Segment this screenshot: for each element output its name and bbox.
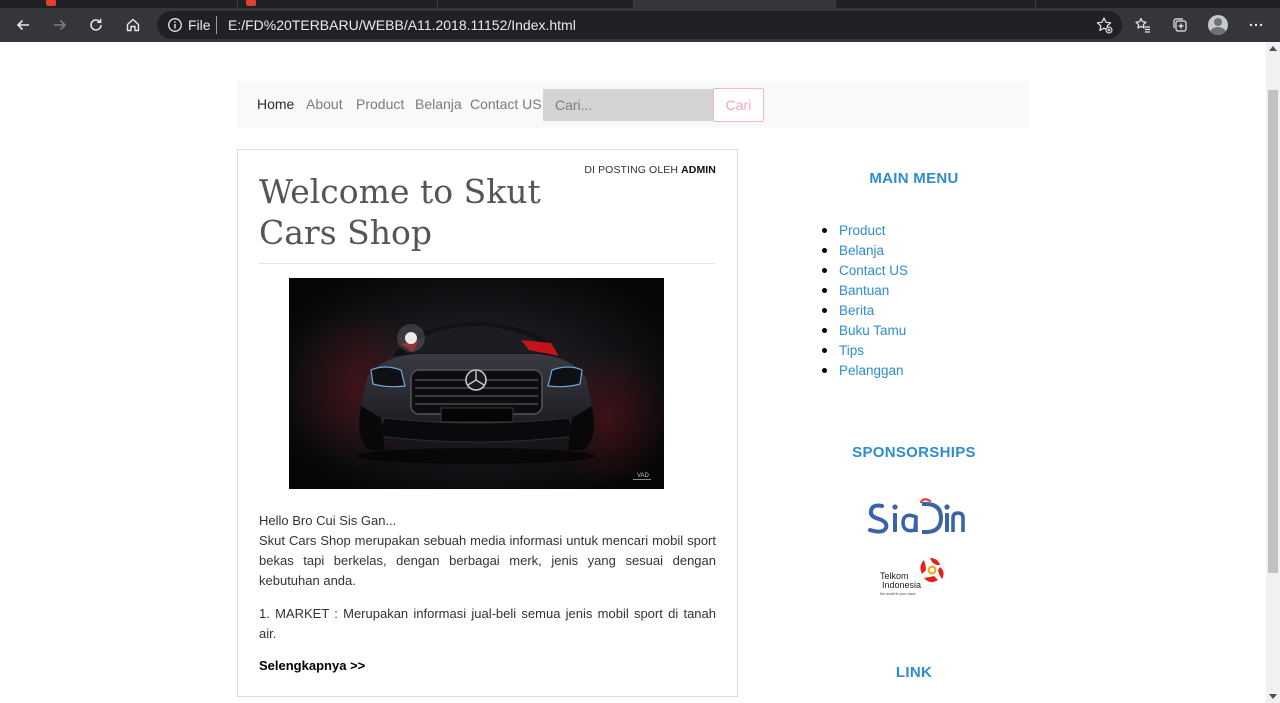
link-heading: LINK — [895, 664, 933, 681]
read-more-link[interactable]: Selengkapnya >> — [259, 658, 365, 673]
tab-favicon-icon — [246, 0, 256, 6]
nav-contact-us[interactable]: Contact US — [470, 96, 542, 112]
sponsorships-heading: SPONSORSHIPS — [852, 444, 976, 461]
menu-item-pelanggan[interactable]: Pelanggan — [822, 361, 908, 381]
post-greeting: Hello Bro Cui Sis Gan... — [259, 513, 397, 528]
image-watermark: VAD — [637, 473, 650, 479]
post-author: ADMIN — [681, 164, 716, 176]
post-intro: Skut Cars Shop merupakan sebuah media in… — [259, 533, 716, 588]
browser-tab[interactable] — [438, 0, 634, 8]
menu-item-bantuan[interactable]: Bantuan — [822, 281, 908, 301]
refresh-icon — [90, 18, 102, 31]
address-divider — [216, 16, 217, 34]
site-navbar: Home About Product Belanja Contact US Ca… — [237, 81, 1029, 128]
car-illustration: VAD — [289, 278, 664, 489]
tab-favicon-icon — [46, 0, 56, 6]
menu-item-tips[interactable]: Tips — [822, 341, 908, 361]
home-button[interactable] — [120, 13, 146, 37]
favorites-list-icon — [1135, 17, 1150, 33]
post-title: Welcome to Skut Cars Shop — [259, 172, 541, 252]
browser-tab[interactable] — [38, 0, 238, 8]
search-button[interactable]: Cari — [713, 88, 764, 122]
back-arrow-icon — [16, 19, 29, 31]
page-scrollbar[interactable] — [1266, 42, 1280, 703]
home-icon — [126, 18, 140, 32]
more-dots-icon — [1249, 23, 1263, 27]
address-bar[interactable]: File E:/FD%20TERBARU/WEBB/A11.2018.11152… — [157, 11, 1122, 39]
nav-home[interactable]: Home — [257, 96, 294, 112]
svg-text:the world in your hand: the world in your hand — [880, 592, 916, 596]
back-button[interactable] — [10, 13, 36, 37]
browser-tab-active[interactable] — [634, 0, 836, 8]
siadin-sponsor-logo[interactable] — [866, 498, 966, 542]
refresh-button[interactable] — [83, 13, 109, 37]
settings-menu-button[interactable] — [1243, 13, 1269, 37]
url-scheme-label: File — [188, 17, 211, 33]
menu-item-product[interactable]: Product — [822, 221, 908, 241]
browser-tab[interactable] — [836, 0, 1036, 8]
forward-arrow-icon — [54, 19, 67, 31]
url-text[interactable]: E:/FD%20TERBARU/WEBB/A11.2018.11152/Inde… — [228, 17, 576, 33]
nav-product[interactable]: Product — [356, 96, 404, 112]
nav-about[interactable]: About — [306, 96, 343, 112]
profile-avatar[interactable] — [1208, 15, 1228, 35]
menu-item-berita[interactable]: Berita — [822, 301, 908, 321]
add-favorite-button[interactable] — [1091, 13, 1117, 37]
telkom-logo: Telkom Indonesia the world in your hand — [880, 558, 944, 596]
nav-belanja[interactable]: Belanja — [415, 96, 462, 112]
car-image: VAD — [289, 278, 664, 489]
menu-item-buku-tamu[interactable]: Buku Tamu — [822, 321, 908, 341]
browser-tab-strip — [0, 0, 1280, 8]
siadin-logo — [868, 498, 965, 534]
collections-button[interactable] — [1167, 13, 1193, 37]
menu-item-belanja[interactable]: Belanja — [822, 241, 908, 261]
main-menu-heading: MAIN MENU — [869, 170, 959, 187]
svg-text:Indonesia: Indonesia — [882, 580, 921, 590]
search-input[interactable] — [543, 89, 714, 121]
favorites-button[interactable] — [1130, 13, 1156, 37]
scrollbar-thumb[interactable] — [1268, 90, 1278, 573]
star-add-icon — [1096, 17, 1113, 34]
browser-tab[interactable] — [238, 0, 438, 8]
info-icon[interactable] — [167, 17, 183, 33]
browser-toolbar: File E:/FD%20TERBARU/WEBB/A11.2018.11152… — [0, 8, 1280, 42]
main-menu-list: Product Belanja Contact US Bantuan Berit… — [822, 221, 908, 381]
menu-item-contact-us[interactable]: Contact US — [822, 261, 908, 281]
post-divider — [259, 263, 715, 264]
telkom-sponsor-logo[interactable]: Telkom Indonesia the world in your hand — [877, 556, 952, 604]
scroll-up-arrow-icon[interactable] — [1269, 46, 1277, 51]
post-card: DI POSTING OLEH ADMIN Welcome to Skut Ca… — [237, 149, 738, 697]
scroll-down-arrow-icon[interactable] — [1269, 694, 1277, 699]
forward-button[interactable] — [47, 13, 73, 37]
post-point-market: 1. MARKET : Merupakan informasi jual-bel… — [259, 606, 716, 641]
collections-icon — [1173, 18, 1187, 32]
